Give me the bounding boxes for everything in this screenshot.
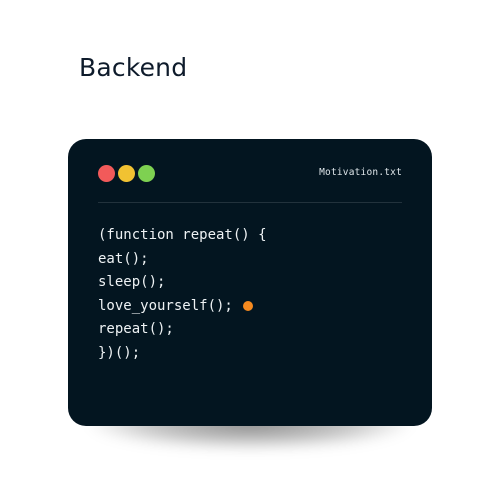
code-line: love_yourself(); xyxy=(98,295,267,319)
close-dot-icon[interactable] xyxy=(98,165,115,182)
code-line-text: sleep(); xyxy=(98,274,166,290)
maximize-dot-icon[interactable] xyxy=(138,165,155,182)
code-line: repeat(); xyxy=(98,318,267,342)
code-line: sleep(); xyxy=(98,271,267,295)
titlebar-divider xyxy=(98,202,402,203)
page-heading: Backend xyxy=(79,53,188,82)
code-window: Motivation.txt (function repeat() { eat(… xyxy=(68,139,432,426)
code-line: })(); xyxy=(98,342,267,366)
window-filename: Motivation.txt xyxy=(319,167,402,178)
code-line-text: })(); xyxy=(98,344,141,361)
minimize-dot-icon[interactable] xyxy=(118,165,135,182)
code-block: (function repeat() { eat(); sleep(); lov… xyxy=(98,224,267,365)
window-titlebar: Motivation.txt xyxy=(68,139,432,203)
code-line: (function repeat() { xyxy=(98,224,267,248)
orange-dot-icon xyxy=(242,301,253,312)
code-line-text: love_yourself(); xyxy=(98,297,233,314)
code-line: eat(); xyxy=(98,248,267,272)
code-line-text: eat(); xyxy=(98,250,149,267)
code-line-text: (function repeat() { xyxy=(98,227,267,243)
code-line-text: repeat(); xyxy=(98,321,174,337)
